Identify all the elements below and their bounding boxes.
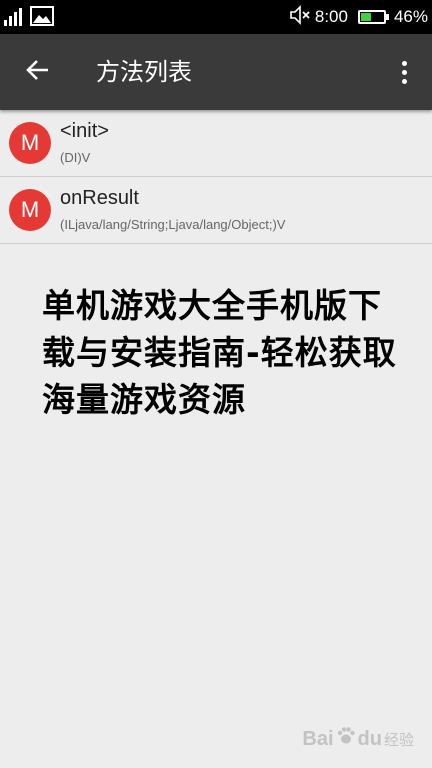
battery-percent: 46% — [393, 7, 428, 26]
page-title: 方法列表 — [96, 58, 192, 86]
status-time: 8:00 — [314, 7, 348, 26]
overflow-menu-icon-dot — [401, 78, 407, 84]
back-button[interactable] — [16, 50, 60, 94]
method-badge: M — [9, 122, 51, 164]
paw-icon — [336, 726, 356, 752]
method-list: M <init> (DI)V M onResult (ILjava/lang/S… — [0, 110, 432, 244]
method-name: <init> — [60, 120, 109, 142]
status-bar-right: 8:00 46% — [289, 0, 428, 34]
overflow-menu-icon — [401, 60, 407, 66]
back-arrow-icon — [25, 57, 51, 87]
status-bar: 8:00 46% — [0, 0, 432, 34]
overflow-menu-button[interactable] — [390, 52, 418, 92]
mute-icon — [289, 4, 311, 30]
app-bar: 方法列表 — [0, 34, 432, 110]
baidu-watermark: Bai du 经验 — [302, 726, 414, 752]
overflow-menu-icon-dot — [401, 69, 407, 75]
method-signature: (ILjava/lang/String;Ljava/lang/Object;)V — [60, 217, 286, 232]
signal-icon — [4, 6, 26, 30]
battery-icon — [357, 10, 389, 24]
watermark-suffix: du — [357, 727, 382, 750]
method-signature: (DI)V — [60, 150, 91, 165]
method-badge: M — [9, 189, 51, 231]
battery-nub — [385, 14, 389, 20]
overlay-headline: 单机游戏大全手机版下载与安装指南-轻松获取海量游戏资源 — [42, 286, 397, 419]
watermark-sub: 经验 — [383, 731, 414, 749]
watermark-text: Bai — [302, 727, 334, 750]
battery-fill — [360, 13, 371, 21]
list-item[interactable]: M onResult (ILjava/lang/String;Ljava/lan… — [0, 177, 432, 244]
list-item[interactable]: M <init> (DI)V — [0, 110, 432, 177]
status-bar-left — [4, 6, 54, 30]
image-notification-icon — [30, 6, 54, 30]
screen: 8:00 46% 方法列表 M <init> (DI)V M onResult … — [0, 0, 432, 768]
method-name: onResult — [60, 187, 139, 209]
